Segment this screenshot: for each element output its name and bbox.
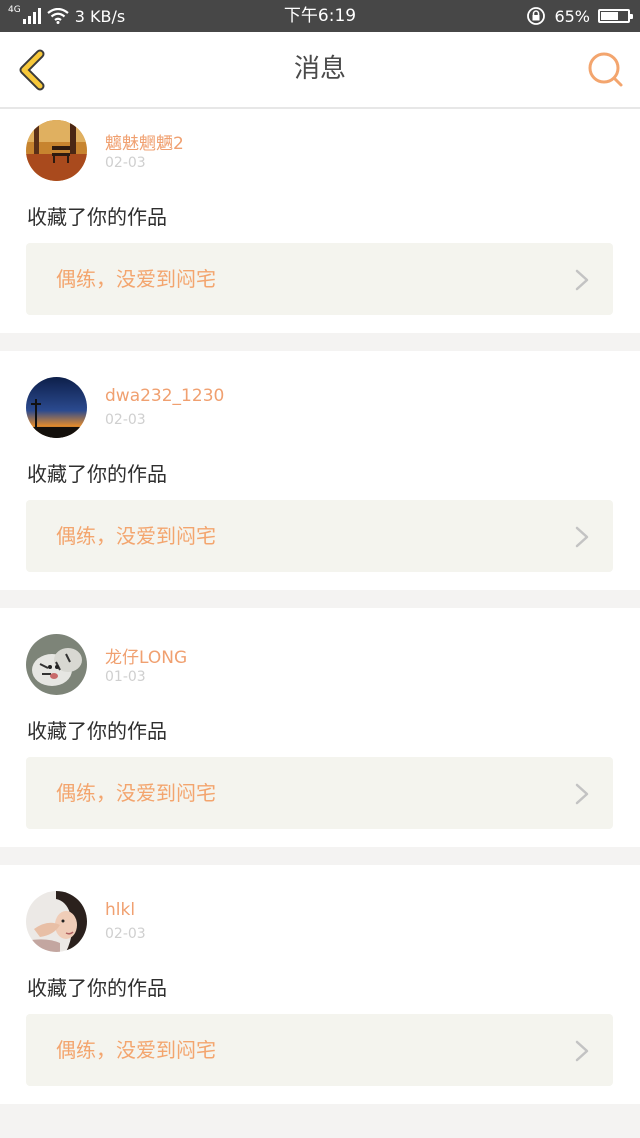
message-date: 02-03: [105, 412, 146, 428]
chevron-right-icon: [575, 269, 589, 291]
chevron-right-icon: [575, 1040, 589, 1062]
work-title: 偶练，没爱到闷宅: [56, 267, 216, 291]
chevron-right-icon: [575, 783, 589, 805]
message-card: 龙仔LONG 01-03 收藏了你的作品 偶练，没爱到闷宅: [0, 608, 640, 847]
work-title: 偶练，没爱到闷宅: [56, 524, 216, 548]
battery-percent: 65%: [554, 6, 590, 26]
work-link[interactable]: 偶练，没爱到闷宅: [26, 500, 613, 572]
message-list: 魑魅魍魉2 02-03 收藏了你的作品 偶练，没爱到闷宅 dwa232_1230…: [0, 109, 640, 1122]
action-text: 收藏了你的作品: [27, 976, 167, 1000]
search-icon: [588, 52, 623, 87]
nav-bar: 消息: [0, 32, 640, 109]
work-title: 偶练，没爱到闷宅: [56, 781, 216, 805]
message-date: 02-03: [105, 926, 146, 942]
action-text: 收藏了你的作品: [27, 719, 167, 743]
battery-icon: [598, 9, 633, 23]
battery-fill: [601, 12, 618, 20]
message-date: 01-03: [105, 669, 146, 685]
work-link[interactable]: 偶练，没爱到闷宅: [26, 243, 613, 315]
action-text: 收藏了你的作品: [27, 205, 167, 229]
message-card: hlkl 02-03 收藏了你的作品 偶练，没爱到闷宅: [0, 865, 640, 1104]
work-link[interactable]: 偶练，没爱到闷宅: [26, 757, 613, 829]
username[interactable]: dwa232_1230: [105, 386, 224, 406]
username[interactable]: 魑魅魍魉2: [105, 129, 184, 154]
white-tiger-avatar[interactable]: [26, 634, 87, 695]
work-link[interactable]: 偶练，没爱到闷宅: [26, 1014, 613, 1086]
status-bar: 4G 3 KB/s 下午6:19 65%: [0, 0, 640, 32]
search-button[interactable]: [586, 50, 626, 90]
person-avatar[interactable]: [26, 891, 87, 952]
message-date: 02-03: [105, 155, 146, 171]
message-card: 魑魅魍魉2 02-03 收藏了你的作品 偶练，没爱到闷宅: [0, 109, 640, 333]
message-card: dwa232_1230 02-03 收藏了你的作品 偶练，没爱到闷宅: [0, 351, 640, 590]
action-text: 收藏了你的作品: [27, 462, 167, 486]
rotation-lock-icon: [527, 7, 546, 25]
chevron-right-icon: [575, 526, 589, 548]
work-title: 偶练，没爱到闷宅: [56, 1038, 216, 1062]
username[interactable]: 龙仔LONG: [105, 643, 187, 668]
night-sky-avatar[interactable]: [26, 377, 87, 438]
autumn-bench-avatar[interactable]: [26, 120, 87, 181]
page-title: 消息: [293, 54, 346, 84]
username[interactable]: hlkl: [105, 900, 135, 920]
status-bar-right: 65%: [526, 0, 633, 32]
